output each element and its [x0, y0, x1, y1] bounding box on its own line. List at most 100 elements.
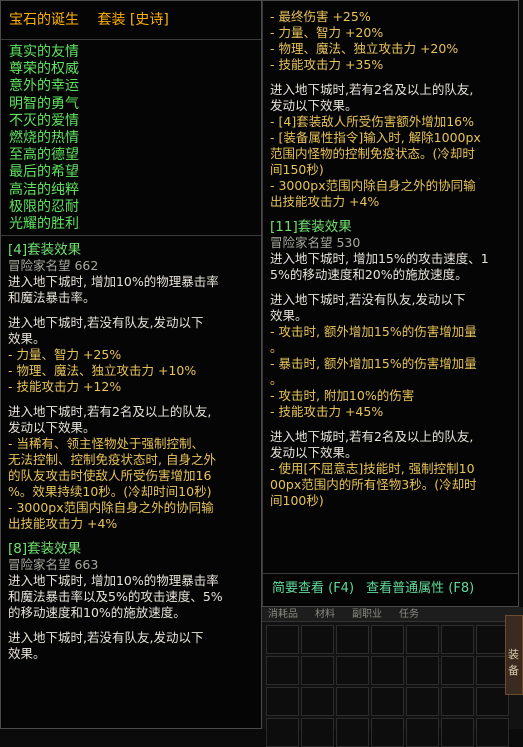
- equipment-side-button[interactable]: 装备: [505, 615, 523, 695]
- inventory-tab[interactable]: 材料: [304, 608, 346, 621]
- inventory-slot[interactable]: [406, 656, 439, 685]
- inventory-slot[interactable]: [336, 718, 369, 747]
- inventory-slot[interactable]: [336, 656, 369, 685]
- effect-line: 效果。: [270, 308, 308, 323]
- inventory-slot[interactable]: [301, 687, 334, 716]
- inventory-slot[interactable]: [406, 718, 439, 747]
- effect-line: 发动以下效果。: [270, 445, 358, 460]
- inventory-slot[interactable]: [266, 625, 299, 654]
- normal-attributes-link[interactable]: 查看普通属性 (F8): [366, 581, 474, 596]
- set-piece-item: 高洁的纯粹: [9, 181, 79, 198]
- inventory-slot[interactable]: [441, 687, 474, 716]
- effect-line: 的队友攻击时使敌人所受伤害增加16: [8, 468, 212, 484]
- effect-line: 。: [270, 372, 283, 387]
- set-effects-left: [4]套装效果 冒险家名望 662 进入地下城时, 增加10%的物理暴击率 和魔法暴击…: [1, 236, 261, 662]
- inventory-slot[interactable]: [476, 718, 509, 747]
- item-name: 宝石的诞生: [9, 12, 79, 28]
- effect-line: - [装备属性指令]输入时, 解除1000px: [270, 130, 481, 145]
- effect-line: 进入地下城时, 增加10%的物理暴击率: [8, 274, 219, 290]
- effect-line: 发动以下效果。: [8, 420, 96, 436]
- effect-line: 进入地下城时, 增加10%的物理暴击率: [8, 573, 219, 589]
- inventory-slot[interactable]: [266, 687, 299, 716]
- set-piece-item: 最后的希望: [9, 164, 79, 181]
- effect-line: 范围内怪物的控制免疫状态。(冷却时: [270, 146, 475, 161]
- effect-line: - 当稀有、领主怪物处于强制控制、: [8, 436, 204, 452]
- effect-line: - 力量、智力 +25%: [8, 347, 122, 363]
- effect-line: 间150秒): [270, 162, 324, 177]
- effect-line: 00px范围内的所有怪物3秒。(冷却时: [270, 477, 477, 492]
- effect-line: 进入地下城时,若有2名及以上的队友,: [8, 404, 212, 420]
- inventory-slot[interactable]: [266, 656, 299, 685]
- effect-line: - 物理、魔法、独立攻击力 +10%: [8, 363, 197, 379]
- set-piece-item: 光耀的胜利: [9, 216, 79, 233]
- set-effect-header: [8]套装效果: [8, 541, 82, 558]
- effect-line: 和魔法暴击率以及5%的攻击速度、5%: [8, 589, 223, 605]
- inventory-slot[interactable]: [301, 625, 334, 654]
- effect-line: - 3000px范围内除自身之外的协同输: [8, 500, 214, 516]
- set-effects-right: - 最终伤害 +25% - 力量、智力 +20% - 物理、魔法、独立攻击力 +20…: [263, 1, 518, 509]
- set-piece-item: 燃烧的热情: [9, 130, 79, 147]
- inventory-slot[interactable]: [336, 625, 369, 654]
- inventory-slot[interactable]: [441, 625, 474, 654]
- inventory-tab[interactable]: 副职业: [346, 608, 388, 621]
- equipment-side-button-label: 装备: [508, 648, 519, 677]
- effect-line: - 使用[不屈意志]技能时, 强制控制10: [270, 461, 475, 476]
- effect-line: - 技能攻击力 +45%: [270, 404, 384, 419]
- effect-line: 。: [270, 340, 283, 355]
- inventory-slot[interactable]: [441, 656, 474, 685]
- inventory-slot[interactable]: [336, 687, 369, 716]
- inventory-tabs: 消耗品 材料 副职业 任务: [262, 607, 523, 622]
- set-piece-item: 不灭的爱情: [9, 112, 79, 129]
- inventory-tab[interactable]: 消耗品: [262, 608, 304, 621]
- effect-line: %。效果持续10秒。(冷却时间10秒): [8, 484, 212, 500]
- effect-line: - 攻击时, 附加10%的伤害: [270, 388, 415, 403]
- inventory-slot[interactable]: [406, 687, 439, 716]
- inventory-slot[interactable]: [371, 687, 404, 716]
- effect-line: 出技能攻击力 +4%: [270, 194, 380, 209]
- inventory-slot[interactable]: [301, 656, 334, 685]
- inventory-slot[interactable]: [406, 625, 439, 654]
- item-title-row: 宝石的诞生 套装 [史诗]: [1, 1, 261, 40]
- effect-line: 效果。: [8, 331, 46, 347]
- set-piece-item: 尊荣的权威: [9, 61, 79, 78]
- inventory-slot[interactable]: [266, 718, 299, 747]
- effect-line: - 3000px范围内除自身之外的协同输: [270, 178, 476, 193]
- brief-view-link[interactable]: 简要查看 (F4): [272, 581, 354, 596]
- effect-line: 出技能攻击力 +4%: [8, 516, 118, 532]
- effect-line: 和魔法暴击率。: [8, 290, 96, 306]
- inventory-slot[interactable]: [301, 718, 334, 747]
- item-rarity: [史诗]: [129, 12, 169, 28]
- effect-line: - 技能攻击力 +35%: [270, 57, 384, 72]
- inventory-slot[interactable]: [371, 656, 404, 685]
- inventory-slot[interactable]: [371, 625, 404, 654]
- set-piece-item: 至高的德望: [9, 147, 79, 164]
- effect-line: 冒险家名望 663: [8, 557, 99, 573]
- set-effect-header: [11]套装效果: [270, 219, 352, 235]
- effect-line: 的移动速度和10%的施放速度。: [8, 605, 186, 621]
- effect-line: - 物理、魔法、独立攻击力 +20%: [270, 41, 459, 56]
- effect-line: - [4]套装敌人所受伤害额外增加16%: [270, 114, 474, 129]
- effect-line: 无法控制、控制免疫状态时, 自身之外: [8, 452, 216, 468]
- effect-line: 进入地下城时, 增加15%的攻击速度、1: [270, 251, 489, 266]
- effect-line: 间100秒): [270, 493, 324, 508]
- inventory-slot[interactable]: [371, 718, 404, 747]
- tooltip-left-panel: 宝石的诞生 套装 [史诗] 真实的友情 尊荣的权威 意外的幸运 明智的勇气 不灭的爱情燃…: [0, 0, 262, 729]
- effect-line: 进入地下城时,若没有队友,发动以下: [8, 315, 204, 331]
- set-piece-item: 明智的勇气: [9, 95, 79, 112]
- effect-line: 效果。: [8, 646, 46, 662]
- inventory-slot[interactable]: [441, 718, 474, 747]
- inventory-tab[interactable]: 任务: [388, 608, 430, 621]
- effect-line: 进入地下城时,若有2名及以上的队友,: [270, 82, 474, 97]
- effect-line: - 暴击时, 额外增加15%的伤害增加量: [270, 356, 477, 371]
- inventory-background: 消耗品 材料 副职业 任务: [262, 607, 523, 747]
- set-piece-item: 意外的幸运: [9, 78, 79, 95]
- effect-line: 进入地下城时,若没有队友,发动以下: [8, 630, 204, 646]
- tooltip-link-bar: 简要查看 (F4) 查看普通属性 (F8): [263, 573, 518, 606]
